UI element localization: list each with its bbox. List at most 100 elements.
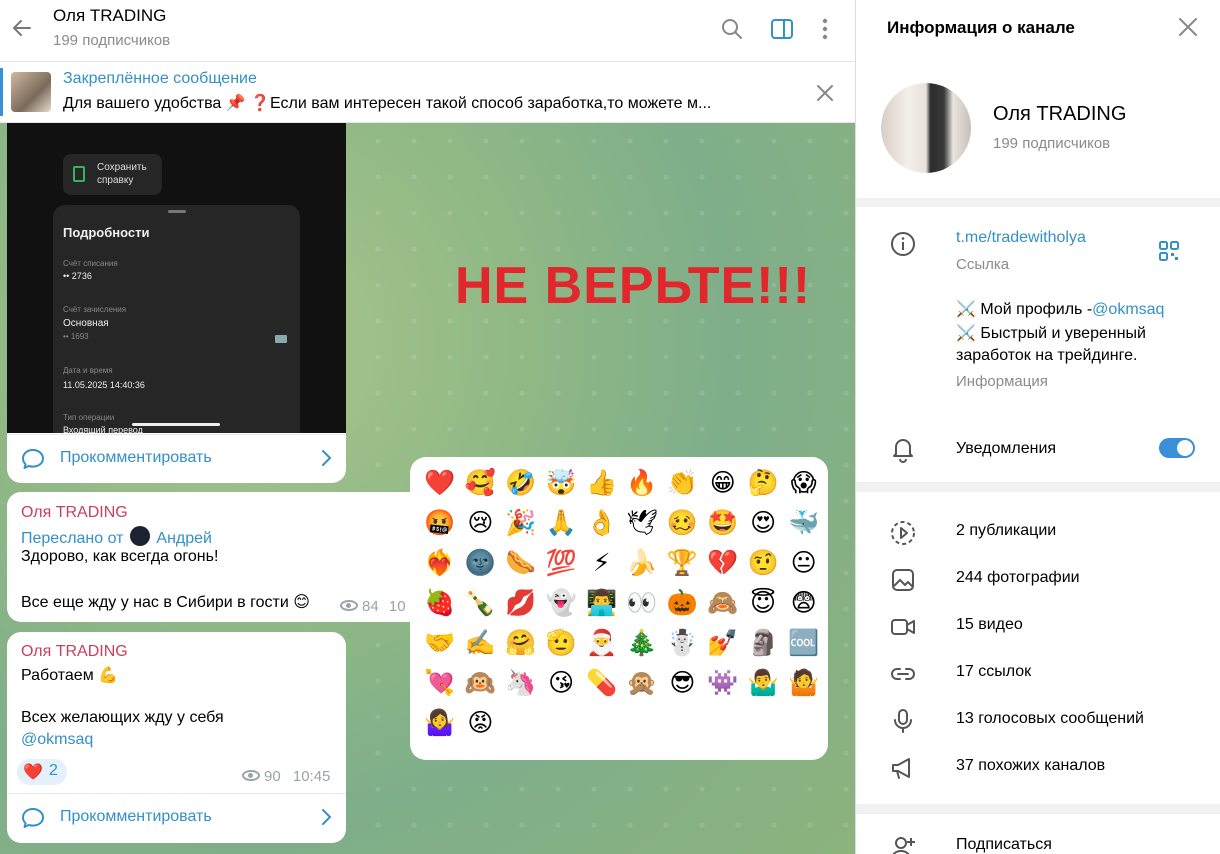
stat-similar[interactable]: 37 похожих каналов bbox=[956, 757, 1105, 775]
emoji-reaction-option[interactable]: 🕊 bbox=[625, 506, 659, 540]
notifications-toggle[interactable] bbox=[1159, 438, 1195, 458]
emoji-reaction-option[interactable]: 💋 bbox=[504, 586, 538, 620]
emoji-reaction-option[interactable]: 🎄 bbox=[625, 626, 659, 660]
reaction-chip[interactable]: ❤️ 2 bbox=[17, 759, 67, 785]
emoji-reaction-option[interactable]: 👾 bbox=[706, 666, 740, 700]
emoji-reaction-option[interactable]: 🌭 bbox=[504, 546, 538, 580]
stat-videos[interactable]: 15 видео bbox=[956, 616, 1023, 634]
stat-photos[interactable]: 244 фотографии bbox=[956, 569, 1080, 587]
comment-button[interactable]: Прокомментировать bbox=[7, 434, 346, 482]
emoji-reaction-option[interactable]: 🎅 bbox=[585, 626, 619, 660]
emoji-reaction-option[interactable]: 🥰 bbox=[463, 466, 497, 500]
channel-avatar[interactable] bbox=[881, 83, 971, 173]
emoji-reaction-option[interactable]: 🙈 bbox=[706, 586, 740, 620]
receipt-title: Подробности bbox=[63, 225, 150, 240]
emoji-reaction-option[interactable]: 😐 bbox=[787, 546, 821, 580]
receipt-date-value: 11.05.2025 14:40:36 bbox=[63, 380, 145, 390]
forwarded-from[interactable]: Переслано от Андрей bbox=[21, 526, 212, 548]
emoji-reaction-option[interactable]: 😡 bbox=[463, 706, 497, 740]
stat-links[interactable]: 17 ссылок bbox=[956, 663, 1031, 681]
message-time: 10:45 bbox=[292, 768, 331, 785]
message-receipt: Сохранить справку Подробности Счёт списа… bbox=[7, 123, 346, 483]
qr-code-icon[interactable] bbox=[1158, 240, 1180, 262]
emoji-reaction-option[interactable]: 🎃 bbox=[665, 586, 699, 620]
emoji-reaction-option[interactable]: 🤷‍♂️ bbox=[746, 666, 780, 700]
emoji-reaction-option[interactable]: 👌 bbox=[585, 506, 619, 540]
emoji-reaction-option[interactable]: 😘 bbox=[544, 666, 578, 700]
sidebar-toggle-icon[interactable] bbox=[769, 16, 795, 42]
emoji-reaction-option[interactable]: 🦄 bbox=[504, 666, 538, 700]
emoji-reaction-option[interactable]: 🙏 bbox=[544, 506, 578, 540]
message-forwarded: Оля TRADING Переслано от Андрей Здорово,… bbox=[7, 492, 427, 622]
emoji-reaction-option[interactable]: 😢 bbox=[463, 506, 497, 540]
close-icon[interactable] bbox=[1177, 16, 1199, 38]
emoji-reaction-option[interactable]: ✍️ bbox=[463, 626, 497, 660]
emoji-reaction-option[interactable]: 🙊 bbox=[625, 666, 659, 700]
emoji-reaction-option[interactable]: 🐳 bbox=[787, 506, 821, 540]
receipt-credit-value: Основная bbox=[63, 318, 109, 329]
emoji-reaction-option[interactable]: 🤔 bbox=[746, 466, 780, 500]
stat-publications[interactable]: 2 публикации bbox=[956, 522, 1056, 540]
about-mention[interactable]: @okmsaq bbox=[1092, 301, 1164, 318]
emoji-reaction-option[interactable]: 💅 bbox=[706, 626, 740, 660]
emoji-reaction-option[interactable]: 🍌 bbox=[625, 546, 659, 580]
emoji-reaction-option[interactable]: 🤨 bbox=[746, 546, 780, 580]
message-sender[interactable]: Оля TRADING bbox=[21, 643, 128, 661]
back-arrow-icon[interactable] bbox=[8, 14, 36, 42]
emoji-reaction-option[interactable]: 😎 bbox=[665, 666, 699, 700]
emoji-reaction-option[interactable]: 👻 bbox=[544, 586, 578, 620]
pinned-thumbnail bbox=[11, 72, 51, 112]
emoji-reaction-option[interactable]: 🤬 bbox=[423, 506, 457, 540]
chat-title[interactable]: Оля TRADING bbox=[53, 6, 166, 26]
emoji-reaction-option[interactable]: 😨 bbox=[787, 586, 821, 620]
emoji-reaction-option[interactable]: 👀 bbox=[625, 586, 659, 620]
emoji-reaction-option[interactable]: 🤯 bbox=[544, 466, 578, 500]
emoji-reaction-option[interactable]: 💔 bbox=[706, 546, 740, 580]
search-icon[interactable] bbox=[719, 16, 745, 42]
emoji-reaction-option[interactable]: 🤷‍♀️ bbox=[423, 706, 457, 740]
emoji-reaction-option[interactable]: 🫡 bbox=[544, 626, 578, 660]
link-icon bbox=[891, 668, 915, 680]
emoji-reaction-option[interactable]: 🥴 bbox=[665, 506, 699, 540]
emoji-reaction-option[interactable]: 😱 bbox=[787, 466, 821, 500]
channel-link[interactable]: t.me/tradewitholya bbox=[956, 229, 1086, 247]
channel-name: Оля TRADING bbox=[993, 103, 1127, 125]
subscribe-button[interactable]: Подписаться bbox=[956, 836, 1052, 854]
receipt-date-label: Дата и время bbox=[63, 366, 113, 375]
emoji-reaction-option[interactable]: 🤗 bbox=[504, 626, 538, 660]
emoji-reaction-option[interactable]: 🤩 bbox=[706, 506, 740, 540]
emoji-reaction-option[interactable]: 👍 bbox=[585, 466, 619, 500]
emoji-reaction-option[interactable]: 💊 bbox=[585, 666, 619, 700]
emoji-reaction-option[interactable]: 🔥 bbox=[625, 466, 659, 500]
mention-link[interactable]: @okmsaq bbox=[21, 731, 93, 749]
emoji-reaction-option[interactable]: 🌚 bbox=[463, 546, 497, 580]
emoji-reaction-option[interactable]: 😍 bbox=[746, 506, 780, 540]
more-menu-icon[interactable] bbox=[812, 16, 838, 42]
receipt-image[interactable]: Сохранить справку Подробности Счёт списа… bbox=[7, 123, 346, 433]
emoji-reaction-option[interactable]: 🤷 bbox=[787, 666, 821, 700]
comment-button[interactable]: Прокомментировать bbox=[7, 793, 346, 841]
close-pinned-icon[interactable] bbox=[814, 82, 836, 104]
emoji-reaction-option[interactable]: 😁 bbox=[706, 466, 740, 500]
emoji-reaction-option[interactable]: 🗿 bbox=[746, 626, 780, 660]
emoji-reaction-option[interactable]: 👏 bbox=[665, 466, 699, 500]
emoji-reaction-option[interactable]: 👨‍💻 bbox=[585, 586, 619, 620]
emoji-reaction-option[interactable]: 🎉 bbox=[504, 506, 538, 540]
stat-voice[interactable]: 13 голосовых сообщений bbox=[956, 710, 1144, 728]
emoji-reaction-option[interactable]: ❤️ bbox=[423, 466, 457, 500]
emoji-reaction-option[interactable]: 🍓 bbox=[423, 586, 457, 620]
emoji-reaction-option[interactable]: 🏆 bbox=[665, 546, 699, 580]
emoji-reaction-option[interactable]: ☃️ bbox=[665, 626, 699, 660]
emoji-reaction-option[interactable]: 🤣 bbox=[504, 466, 538, 500]
emoji-reaction-option[interactable]: 😇 bbox=[746, 586, 780, 620]
emoji-reaction-option[interactable]: 💘 bbox=[423, 666, 457, 700]
message-sender[interactable]: Оля TRADING bbox=[21, 504, 128, 522]
pinned-message[interactable]: Закреплённое сообщение Для вашего удобст… bbox=[0, 62, 855, 123]
emoji-reaction-option[interactable]: 💯 bbox=[544, 546, 578, 580]
emoji-reaction-option[interactable]: 🤝 bbox=[423, 626, 457, 660]
emoji-reaction-option[interactable]: 🆒 bbox=[787, 626, 821, 660]
emoji-reaction-option[interactable]: 🙉 bbox=[463, 666, 497, 700]
emoji-reaction-option[interactable]: 🍾 bbox=[463, 586, 497, 620]
emoji-reaction-option[interactable]: ❤️‍🔥 bbox=[423, 546, 457, 580]
emoji-reaction-option[interactable]: ⚡ bbox=[585, 546, 619, 580]
